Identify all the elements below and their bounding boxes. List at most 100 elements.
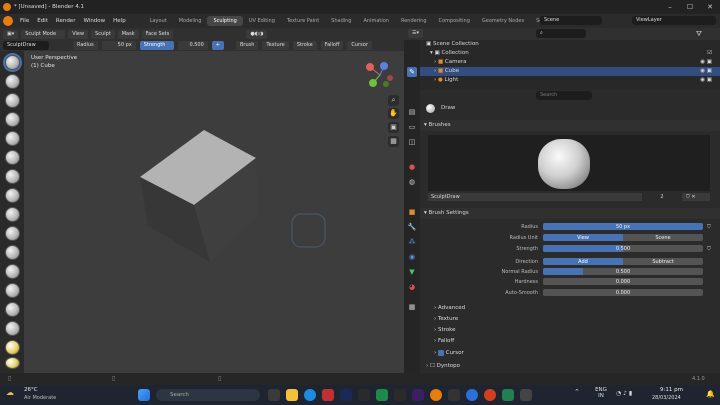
subpanel-texture[interactable]: › Texture bbox=[434, 315, 458, 324]
gizmo-z-axis[interactable] bbox=[380, 62, 388, 70]
edge-icon[interactable] bbox=[304, 389, 316, 401]
clay-brush-tool[interactable] bbox=[5, 93, 20, 108]
clock-date[interactable]: 28/03/2024 bbox=[652, 395, 681, 401]
zoom-icon[interactable]: ⌕ bbox=[388, 95, 399, 106]
filter-icon[interactable]: ⛛ bbox=[696, 30, 702, 39]
weather-temp[interactable]: 26°C bbox=[24, 387, 38, 393]
app-icon-7[interactable] bbox=[502, 389, 514, 401]
material-tab-icon[interactable]: ◕ bbox=[407, 282, 417, 292]
brush-user-count[interactable]: 2 bbox=[642, 193, 682, 201]
brush-preview[interactable] bbox=[428, 135, 710, 191]
layer-brush-tool[interactable] bbox=[5, 150, 20, 165]
subpanel-falloff[interactable]: › Falloff bbox=[434, 337, 454, 346]
minimize-icon[interactable]: – bbox=[660, 0, 680, 14]
clay-thumb-brush-tool[interactable] bbox=[5, 131, 20, 146]
3d-viewport[interactable]: User Perspective (1) Cube ⌕ ✋ ▣ ▦ bbox=[24, 51, 404, 373]
object-tab-icon[interactable]: ■ bbox=[407, 207, 417, 217]
tab-rendering[interactable]: Rendering bbox=[395, 16, 433, 26]
tab-sculpting[interactable]: Sculpting bbox=[207, 16, 243, 26]
brushes-panel-header[interactable]: ▾ Brushes bbox=[420, 120, 720, 131]
brush-actions-icon[interactable]: ⛉ ✕ bbox=[686, 193, 696, 201]
cube-mesh[interactable] bbox=[24, 51, 404, 373]
subpanel-stroke[interactable]: › Stroke bbox=[434, 326, 455, 335]
view-layer-selector[interactable]: ViewLayer bbox=[632, 16, 716, 25]
language-indicator[interactable]: ENG IN bbox=[594, 387, 608, 399]
brush-datablock[interactable]: SculptDraw 2 ⛉ ✕ bbox=[428, 193, 710, 201]
premiere-icon[interactable] bbox=[412, 389, 424, 401]
outliner-search[interactable]: ⌕ bbox=[536, 29, 586, 38]
pressure-icon[interactable]: ⛉ bbox=[707, 223, 711, 231]
tab-uv-editing[interactable]: UV Editing bbox=[243, 16, 281, 26]
output-tab-icon[interactable]: ▭ bbox=[407, 122, 417, 132]
app-icon-5[interactable] bbox=[448, 389, 460, 401]
outliner-row-light[interactable]: › ● Light ◉ ▣ bbox=[420, 76, 720, 85]
menu-sculpt[interactable]: Sculpt bbox=[91, 29, 115, 39]
menu-help[interactable]: Help bbox=[109, 18, 130, 24]
modifier-tab-icon[interactable]: 🔧 bbox=[407, 222, 417, 232]
maximize-icon[interactable]: ☐ bbox=[680, 0, 700, 14]
property-field[interactable]: 0.000 bbox=[543, 289, 703, 296]
app-icon-3[interactable] bbox=[376, 389, 388, 401]
weather-text[interactable]: Air Moderate bbox=[24, 395, 56, 401]
render-tab-icon[interactable]: ▤ bbox=[407, 107, 417, 117]
weather-icon[interactable]: ☁ bbox=[6, 388, 14, 397]
tab-shading[interactable]: Shading bbox=[325, 16, 357, 26]
menu-face-sets[interactable]: Face Sets bbox=[141, 29, 174, 39]
menu-file[interactable]: File bbox=[16, 18, 33, 24]
gizmo-x-axis[interactable] bbox=[366, 63, 374, 71]
pan-hand-icon[interactable]: ✋ bbox=[388, 108, 399, 119]
clay-strips-brush-tool[interactable] bbox=[5, 112, 20, 127]
tab-compositing[interactable]: Compositing bbox=[433, 16, 476, 26]
option-b[interactable]: Scene bbox=[623, 234, 703, 241]
tab-modeling[interactable]: Modeling bbox=[173, 16, 208, 26]
radius-field[interactable]: 50 px bbox=[101, 41, 136, 50]
file-explorer-icon[interactable] bbox=[286, 389, 298, 401]
particles-tab-icon[interactable]: ⁂ bbox=[407, 237, 417, 247]
snake-hook-brush-tool[interactable] bbox=[5, 340, 20, 355]
app-icon-4[interactable] bbox=[394, 389, 406, 401]
pinch-brush-tool[interactable] bbox=[5, 302, 20, 317]
taskbar-search[interactable]: Search bbox=[156, 389, 260, 401]
subpanel-advanced[interactable]: › Advanced bbox=[434, 304, 465, 313]
clock-time[interactable]: 9:11 pm bbox=[660, 387, 683, 393]
windows-start-icon[interactable] bbox=[138, 389, 150, 401]
close-icon[interactable]: ✕ bbox=[700, 0, 720, 14]
network-icon[interactable]: ◔ ♪ ▮ bbox=[616, 390, 632, 397]
tab-geometry-nodes[interactable]: Geometry Nodes bbox=[476, 16, 530, 26]
subpanel-cursor[interactable]: › Cursor bbox=[434, 349, 464, 358]
brush-menu[interactable]: Brush bbox=[235, 41, 259, 50]
property-field[interactable]: Add Subtract bbox=[543, 258, 703, 265]
tab-layout[interactable]: Layout bbox=[144, 16, 173, 26]
stroke-menu[interactable]: Stroke bbox=[292, 41, 317, 50]
app-icon-8[interactable] bbox=[520, 389, 532, 401]
crease-brush-tool[interactable] bbox=[5, 207, 20, 222]
brush-name-field[interactable]: SculptDraw bbox=[3, 41, 49, 50]
menu-mask[interactable]: Mask bbox=[117, 29, 139, 39]
navigation-gizmo[interactable] bbox=[362, 56, 400, 92]
photoshop-icon[interactable] bbox=[340, 389, 352, 401]
view-layer-tab-icon[interactable]: ◫ bbox=[407, 137, 417, 147]
perspective-grid-icon[interactable]: ▦ bbox=[388, 136, 399, 147]
falloff-menu[interactable]: Falloff bbox=[320, 41, 344, 50]
smooth-brush-tool[interactable] bbox=[5, 226, 20, 241]
pressure-icon[interactable]: ⛉ bbox=[707, 245, 711, 253]
scene-selector[interactable]: Scene bbox=[540, 16, 602, 25]
draw-sharp-brush-tool[interactable] bbox=[5, 74, 20, 89]
cursor-checkbox-icon[interactable] bbox=[437, 349, 444, 356]
fill-brush-tool[interactable] bbox=[5, 264, 20, 279]
physics-tab-icon[interactable]: ◉ bbox=[407, 252, 417, 262]
cursor-menu[interactable]: Cursor bbox=[347, 41, 372, 50]
brush-settings-panel-header[interactable]: ▾ Brush Settings bbox=[420, 208, 720, 219]
option-a[interactable]: View bbox=[543, 234, 623, 241]
blender-menu-icon[interactable] bbox=[3, 16, 13, 26]
app-icon-1[interactable] bbox=[322, 389, 334, 401]
option-b[interactable]: Subtract bbox=[623, 258, 703, 265]
scene-tab-icon[interactable]: ● bbox=[407, 162, 417, 172]
outliner-row-camera[interactable]: › ■ Camera ◉ ▣ bbox=[420, 58, 720, 67]
property-field[interactable]: 0.000 bbox=[543, 278, 703, 285]
visibility-eye-icon[interactable]: ◉ ▣ bbox=[700, 76, 712, 85]
inflate-brush-tool[interactable] bbox=[5, 169, 20, 184]
data-tab-icon[interactable]: ▼ bbox=[407, 267, 417, 277]
visibility-eye-icon[interactable]: ◉ ▣ bbox=[700, 67, 712, 76]
blob-brush-tool[interactable] bbox=[5, 188, 20, 203]
